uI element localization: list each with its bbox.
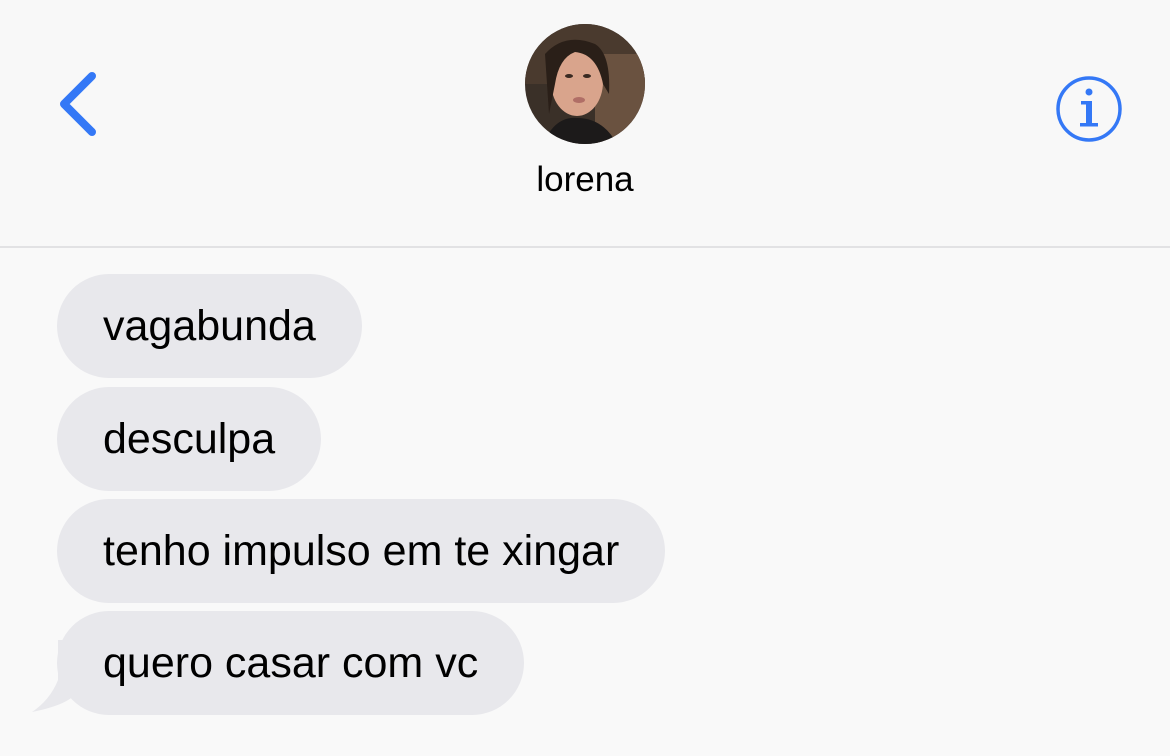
message-bubble[interactable]: vagabunda [57,274,362,378]
message-bubble[interactable]: desculpa [57,387,322,491]
avatar-photo [525,24,645,144]
chevron-left-icon [60,72,96,136]
contact-avatar[interactable] [525,24,645,144]
message-bubble[interactable]: tenho impulso em te xingar [57,499,666,603]
contact-name[interactable]: lorena [0,160,1170,200]
info-circle-icon [1056,76,1122,142]
info-button[interactable] [1054,74,1124,144]
message-bubble[interactable]: quero casar com vc [57,611,525,715]
conversation-header: lorena [0,0,1170,248]
back-button[interactable] [52,66,112,146]
